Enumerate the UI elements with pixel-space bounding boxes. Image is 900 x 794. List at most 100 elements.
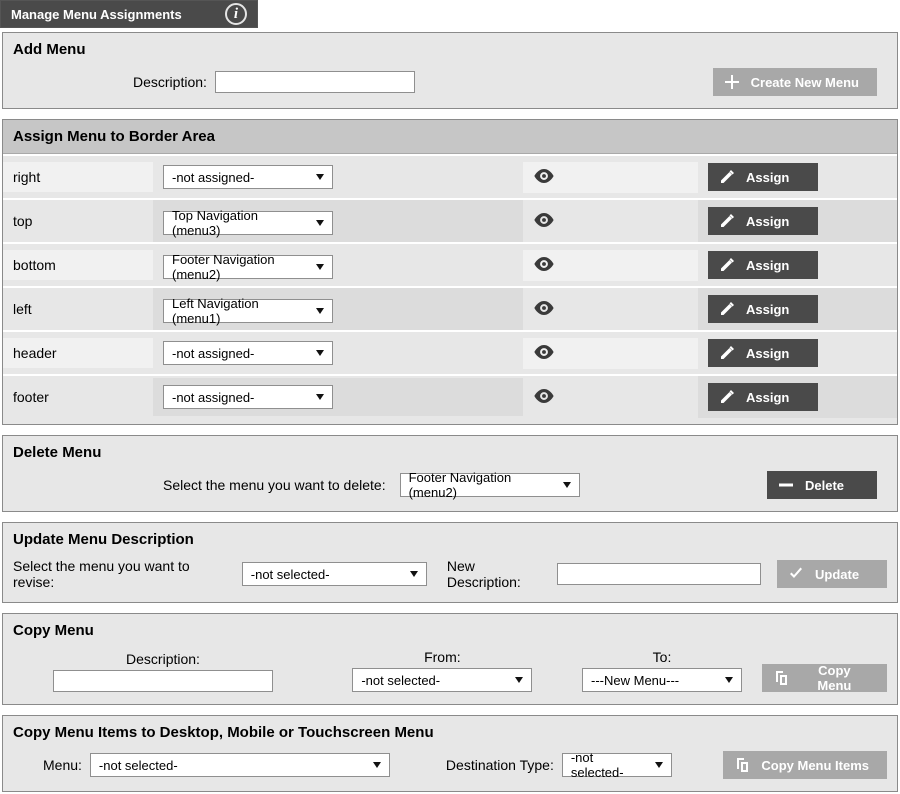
info-icon[interactable]: i bbox=[225, 3, 247, 25]
copy-to-label: To: bbox=[653, 649, 672, 665]
update-menu-select[interactable]: -not selected- bbox=[242, 562, 427, 586]
eye-icon[interactable] bbox=[533, 214, 555, 230]
copy-to-select[interactable]: ---New Menu--- bbox=[582, 668, 742, 692]
copy-items-menu-selected: -not selected- bbox=[99, 758, 178, 773]
assign-area-label: footer bbox=[3, 382, 153, 412]
chevron-down-icon bbox=[316, 220, 324, 226]
assign-area-label: right bbox=[3, 162, 153, 192]
assign-button-label: Assign bbox=[746, 214, 789, 229]
assign-button-label: Assign bbox=[746, 346, 789, 361]
copy-icon bbox=[772, 669, 790, 687]
assign-area-label: header bbox=[3, 338, 153, 368]
delete-menu-prompt: Select the menu you want to delete: bbox=[163, 477, 386, 493]
assign-button[interactable]: Assign bbox=[708, 163, 818, 191]
eye-icon[interactable] bbox=[533, 170, 555, 186]
title-bar: Manage Menu Assignments i bbox=[0, 0, 258, 28]
assign-area-label: left bbox=[3, 294, 153, 324]
assign-row: header -not assigned- Assign bbox=[3, 330, 897, 374]
pencil-icon bbox=[718, 388, 736, 406]
delete-menu-select[interactable]: Footer Navigation (menu2) bbox=[400, 473, 580, 497]
chevron-down-icon bbox=[316, 308, 324, 314]
update-new-description-input[interactable] bbox=[557, 563, 761, 585]
assign-row: footer -not assigned- Assign bbox=[3, 374, 897, 418]
copy-to-selected: ---New Menu--- bbox=[591, 673, 679, 688]
assign-menu-selected: Footer Navigation (menu2) bbox=[172, 252, 306, 282]
chevron-down-icon bbox=[725, 677, 733, 683]
delete-menu-title: Delete Menu bbox=[13, 444, 887, 461]
pencil-icon bbox=[718, 212, 736, 230]
assign-button[interactable]: Assign bbox=[708, 295, 818, 323]
delete-button-label: Delete bbox=[805, 478, 844, 493]
assign-row: top Top Navigation (menu3) Assign bbox=[3, 198, 897, 242]
assign-button[interactable]: Assign bbox=[708, 207, 818, 235]
minus-icon bbox=[777, 476, 795, 494]
eye-icon[interactable] bbox=[533, 346, 555, 362]
pencil-icon bbox=[718, 168, 736, 186]
assign-row: right -not assigned- Assign bbox=[3, 154, 897, 198]
check-icon bbox=[787, 565, 805, 583]
copy-items-title: Copy Menu Items to Desktop, Mobile or To… bbox=[13, 724, 887, 741]
eye-icon[interactable] bbox=[533, 258, 555, 274]
chevron-down-icon bbox=[316, 394, 324, 400]
delete-menu-selected: Footer Navigation (menu2) bbox=[409, 470, 553, 500]
update-button[interactable]: Update bbox=[777, 560, 887, 588]
update-menu-title: Update Menu Description bbox=[13, 531, 887, 548]
assign-menu-select[interactable]: Footer Navigation (menu2) bbox=[163, 255, 333, 279]
copy-items-dest-selected: -not selected- bbox=[571, 750, 645, 780]
assign-menu-select[interactable]: Top Navigation (menu3) bbox=[163, 211, 333, 235]
assign-button[interactable]: Assign bbox=[708, 251, 818, 279]
copy-from-label: From: bbox=[424, 649, 461, 665]
pencil-icon bbox=[718, 344, 736, 362]
assign-area-label: bottom bbox=[3, 250, 153, 280]
eye-icon[interactable] bbox=[533, 390, 555, 406]
assign-menu-selected: Left Navigation (menu1) bbox=[172, 296, 306, 326]
copy-items-menu-select[interactable]: -not selected- bbox=[90, 753, 390, 777]
pencil-icon bbox=[718, 256, 736, 274]
add-menu-panel: Add Menu Description: Create New Menu bbox=[2, 32, 898, 109]
assign-button[interactable]: Assign bbox=[708, 383, 818, 411]
update-new-description-label: New Description: bbox=[447, 558, 549, 590]
assign-area-label: top bbox=[3, 206, 153, 236]
copy-from-select[interactable]: -not selected- bbox=[352, 668, 532, 692]
title-bar-label: Manage Menu Assignments bbox=[11, 7, 182, 22]
assign-menu-title: Assign Menu to Border Area bbox=[3, 120, 897, 154]
assign-button-label: Assign bbox=[746, 170, 789, 185]
copy-menu-button[interactable]: Copy Menu bbox=[762, 664, 887, 692]
copy-description-input[interactable] bbox=[53, 670, 273, 692]
copy-description-label: Description: bbox=[126, 651, 200, 667]
pencil-icon bbox=[718, 300, 736, 318]
chevron-down-icon bbox=[410, 571, 418, 577]
delete-menu-panel: Delete Menu Select the menu you want to … bbox=[2, 435, 898, 512]
assign-row: left Left Navigation (menu1) Assign bbox=[3, 286, 897, 330]
copy-from-selected: -not selected- bbox=[361, 673, 440, 688]
chevron-down-icon bbox=[316, 174, 324, 180]
copy-items-panel: Copy Menu Items to Desktop, Mobile or To… bbox=[2, 715, 898, 792]
create-new-menu-button[interactable]: Create New Menu bbox=[713, 68, 877, 96]
chevron-down-icon bbox=[655, 762, 663, 768]
copy-menu-items-button[interactable]: Copy Menu Items bbox=[723, 751, 887, 779]
copy-items-menu-label: Menu: bbox=[43, 757, 82, 773]
assign-rows: right -not assigned- Assign top To bbox=[3, 154, 897, 418]
chevron-down-icon bbox=[373, 762, 381, 768]
copy-menu-panel: Copy Menu Description: From: -not select… bbox=[2, 613, 898, 705]
delete-button[interactable]: Delete bbox=[767, 471, 877, 499]
add-menu-description-input[interactable] bbox=[215, 71, 415, 93]
copy-items-dest-select[interactable]: -not selected- bbox=[562, 753, 672, 777]
create-new-menu-label: Create New Menu bbox=[751, 75, 859, 90]
chevron-down-icon bbox=[316, 350, 324, 356]
assign-row: bottom Footer Navigation (menu2) Assign bbox=[3, 242, 897, 286]
assign-button[interactable]: Assign bbox=[708, 339, 818, 367]
assign-menu-select[interactable]: -not assigned- bbox=[163, 165, 333, 189]
assign-menu-select[interactable]: -not assigned- bbox=[163, 385, 333, 409]
plus-icon bbox=[723, 73, 741, 91]
assign-menu-select[interactable]: -not assigned- bbox=[163, 341, 333, 365]
assign-menu-select[interactable]: Left Navigation (menu1) bbox=[163, 299, 333, 323]
assign-button-label: Assign bbox=[746, 302, 789, 317]
add-menu-title: Add Menu bbox=[13, 41, 887, 58]
assign-menu-panel: Assign Menu to Border Area right -not as… bbox=[2, 119, 898, 425]
update-menu-panel: Update Menu Description Select the menu … bbox=[2, 522, 898, 603]
assign-menu-selected: -not assigned- bbox=[172, 346, 254, 361]
eye-icon[interactable] bbox=[533, 302, 555, 318]
chevron-down-icon bbox=[563, 482, 571, 488]
add-menu-description-label: Description: bbox=[133, 74, 207, 90]
